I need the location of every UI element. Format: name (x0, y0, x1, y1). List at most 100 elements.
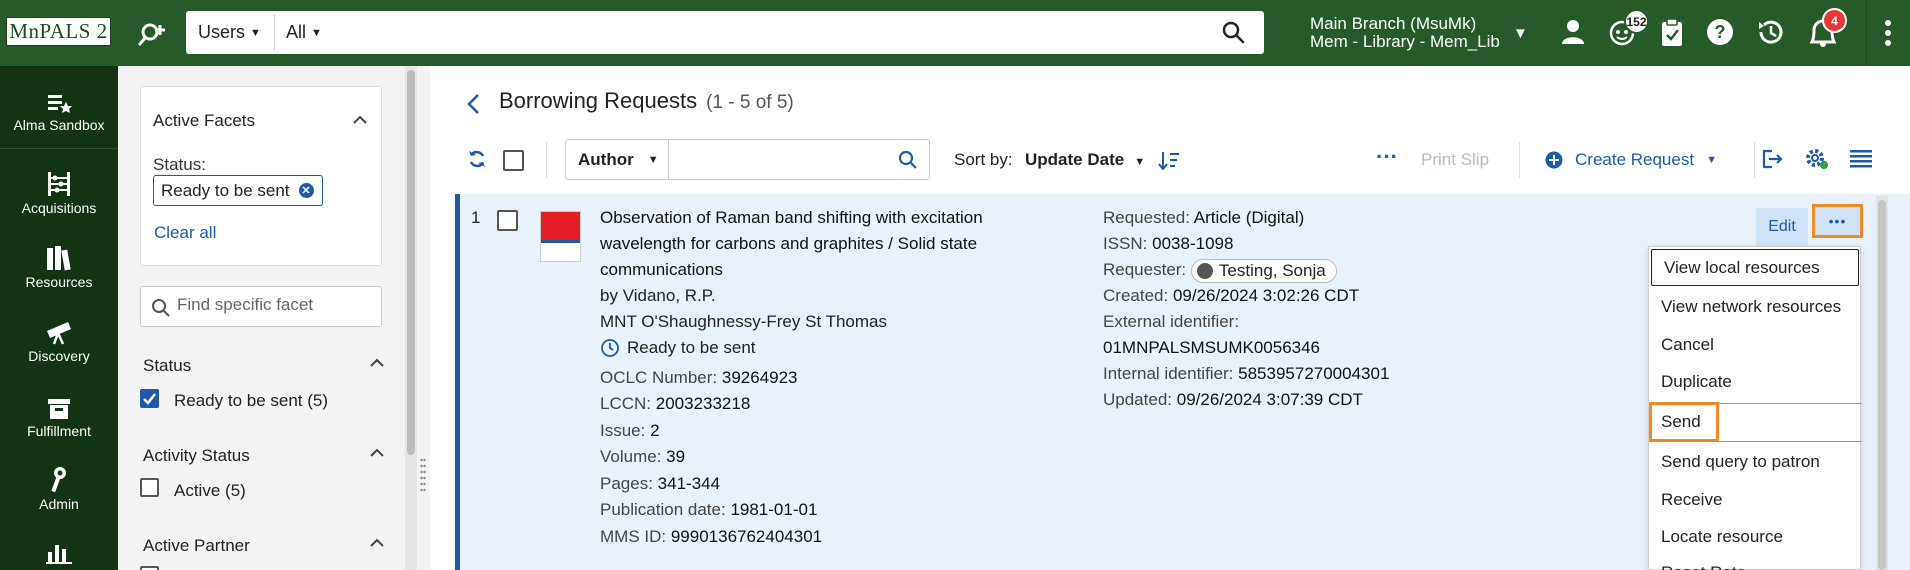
chevron-up-icon[interactable] (353, 115, 367, 124)
facet-search-input[interactable] (177, 295, 367, 315)
location-caret-icon[interactable]: ▼ (1513, 25, 1528, 42)
author-line: by Vidano, R.P. (600, 283, 716, 309)
field-issue: Issue: 2 (600, 418, 660, 444)
option-count: (5) (225, 481, 246, 500)
print-slip-button[interactable]: Print Slip (1421, 150, 1489, 170)
field-value: 09/26/2024 3:07:39 CDT (1176, 390, 1363, 409)
list-view-icon[interactable] (1850, 150, 1872, 168)
partner-option-checkbox[interactable] (140, 566, 159, 570)
main-content: Borrowing Requests (1 - 5 of 5) Author ▼ S… (430, 66, 1910, 570)
menu-item-view-local-resources[interactable]: View local resources (1651, 249, 1859, 286)
nav-item-analytics[interactable] (0, 536, 118, 567)
menu-item-locate-resource[interactable]: Locate resource (1649, 518, 1862, 555)
chevron-up-icon[interactable] (370, 358, 384, 367)
field-label: LCCN: (600, 394, 652, 413)
requester-chip[interactable]: Testing, Sonja (1190, 258, 1337, 283)
export-icon[interactable] (1760, 148, 1784, 170)
settings-gear-icon[interactable] (1804, 147, 1830, 171)
user-icon[interactable] (1560, 18, 1586, 46)
refresh-icon[interactable] (467, 149, 487, 169)
chevron-up-icon[interactable] (370, 538, 384, 547)
help-icon[interactable]: ? (1706, 18, 1734, 46)
field-lccn: LCCN: 2003233218 (600, 391, 750, 417)
nav-item-alma-sandbox[interactable]: Alma Sandbox (0, 86, 118, 133)
persistent-search-icon[interactable] (136, 18, 170, 48)
desk-name: Mem - Library - Mem_Lib (1310, 32, 1500, 51)
divider (1866, 0, 1867, 66)
nav-item-resources[interactable]: Resources (0, 243, 118, 290)
field-created: Created: 09/26/2024 3:02:26 CDT (1103, 283, 1359, 309)
nav-item-fulfillment[interactable]: Fulfillment (0, 392, 118, 439)
search-icon[interactable] (1221, 20, 1245, 49)
create-request-button[interactable]: Create Request ▼ (1545, 150, 1717, 170)
analytics-icon (0, 536, 118, 564)
nav-item-admin[interactable]: Admin (0, 465, 118, 512)
search-scope-label: Users (198, 22, 246, 42)
search-icon[interactable] (898, 150, 918, 170)
active-facets-card: Active Facets Status: Ready to be sent ✕… (140, 86, 382, 266)
list-search-input[interactable] (671, 144, 881, 175)
chevron-up-icon[interactable] (370, 448, 384, 457)
menu-item-duplicate[interactable]: Duplicate (1649, 363, 1862, 400)
thumbnail-stripe (541, 240, 580, 243)
menu-item-send[interactable]: Send (1649, 402, 1719, 442)
menu-item-view-network-resources[interactable]: View network resources (1649, 288, 1862, 325)
sort-direction-icon[interactable] (1158, 150, 1180, 170)
search-scope-dropdown[interactable]: Users ▼ (198, 11, 261, 54)
more-vertical-icon[interactable] (1882, 17, 1894, 49)
results-scrollbar-thumb[interactable] (1878, 200, 1886, 570)
search-field-dropdown[interactable]: Author ▼ (566, 140, 669, 179)
activity-option-label[interactable]: Active (5) (174, 481, 246, 501)
current-location[interactable]: Main Branch (MsuMk) Mem - Library - Mem_… (1310, 15, 1500, 51)
select-all-checkbox[interactable] (503, 150, 524, 171)
field-value: Article (Digital) (1193, 208, 1305, 227)
field-mms-id: MMS ID: 9990136762404301 (600, 524, 822, 550)
nav-item-discovery[interactable]: Discovery (0, 317, 118, 364)
activity-option-checkbox[interactable] (140, 478, 159, 497)
box-icon (0, 392, 118, 420)
panel-resize-handle[interactable] (420, 456, 426, 496)
list-star-icon (0, 86, 118, 114)
checkmark-icon (143, 393, 156, 405)
status-option-checkbox[interactable] (140, 389, 159, 408)
partner-section-title: Active Partner (143, 536, 250, 555)
thumbnail-cover (541, 212, 580, 240)
global-search-input[interactable] (332, 13, 1192, 52)
clipboard-icon[interactable] (1660, 17, 1684, 47)
article-thumbnail[interactable] (540, 211, 581, 262)
page-title-text: Borrowing Requests (499, 88, 698, 113)
field-publication-date: Publication date: 1981-01-01 (600, 497, 817, 523)
history-icon[interactable] (1756, 17, 1786, 47)
chip-label: Ready to be sent (161, 180, 290, 200)
sort-dropdown[interactable]: Update Date ▼ (1025, 150, 1145, 170)
nav-item-acquisitions[interactable]: Acquisitions (0, 169, 118, 216)
clear-all-link[interactable]: Clear all (154, 223, 216, 243)
row-actions-button[interactable]: ••• (1812, 204, 1863, 238)
nav-label: Acquisitions (21, 200, 97, 216)
facets-scrollbar-thumb[interactable] (407, 70, 415, 455)
logo-text: MnPALS 2 (9, 19, 108, 43)
back-arrow-icon[interactable] (466, 93, 480, 115)
menu-item-send-query-to-patron[interactable]: Send query to patron (1649, 443, 1862, 480)
edit-button[interactable]: Edit (1756, 208, 1808, 246)
remove-chip-icon[interactable]: ✕ (298, 183, 314, 198)
record-title-link[interactable]: Observation of Raman band shifting with … (600, 205, 983, 283)
top-bar: MnPALS 2 Users ▼ All ▼ Main Branch (MsuMk)… (0, 0, 1910, 66)
nav-label: Resources (25, 274, 93, 290)
more-actions-button[interactable]: ··· (1376, 144, 1398, 170)
menu-item-reset-rota[interactable]: Reset Rota (1649, 554, 1862, 570)
field-updated: Updated: 09/26/2024 3:07:39 CDT (1103, 387, 1363, 413)
main-menu-rail: Alma Sandbox Acquisitions Resources Disc… (0, 66, 118, 570)
menu-item-cancel[interactable]: Cancel (1649, 326, 1862, 363)
clock-icon (601, 339, 619, 357)
search-filter-dropdown[interactable]: All ▼ (286, 11, 322, 54)
status-option-label[interactable]: Ready to be sent (5) (174, 391, 328, 411)
row-select-checkbox[interactable] (497, 210, 518, 231)
menu-item-receive[interactable]: Receive (1649, 481, 1862, 518)
active-facet-chip: Ready to be sent ✕ (153, 175, 323, 206)
field-label: Pages: (600, 474, 653, 493)
nav-label: Alma Sandbox (13, 117, 105, 133)
logo[interactable]: MnPALS 2 (6, 17, 111, 46)
divider (546, 142, 547, 178)
field-label: MMS ID: (600, 527, 667, 546)
